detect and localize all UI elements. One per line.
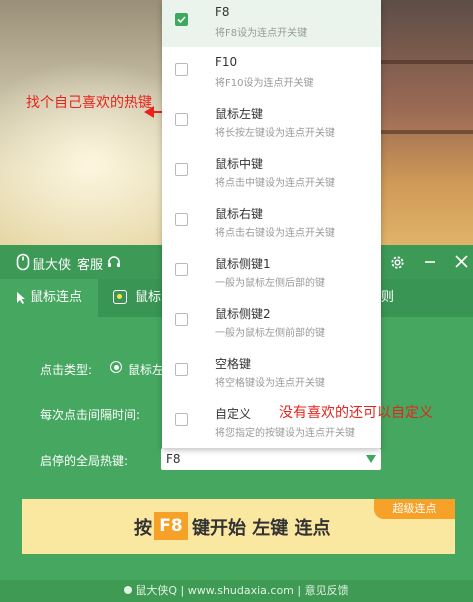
paw-icon (124, 586, 133, 594)
click-type-option: 鼠标左 (128, 363, 165, 377)
dropdown-option-space[interactable]: 空格键 将空格键设为连点开关键 (162, 347, 381, 397)
minimize-icon[interactable] (423, 255, 437, 269)
annotation-left: 找个自己喜欢的热键 (26, 95, 152, 111)
chevron-down-icon (366, 455, 376, 463)
option-desc: 将F8设为连点开关键 (215, 28, 308, 39)
close-icon[interactable] (454, 254, 469, 269)
dropdown-option-left-button[interactable]: 鼠标左键 将长按左键设为连点开关键 (162, 97, 381, 147)
dropdown-option-side-button-2[interactable]: 鼠标侧键2 一般为鼠标左侧前部的键 (162, 297, 381, 347)
record-icon (113, 290, 127, 304)
cursor-icon (17, 292, 25, 304)
click-type-radio[interactable] (110, 361, 122, 373)
option-desc: 一般为鼠标左侧前部的键 (215, 328, 325, 339)
checkbox-icon[interactable] (175, 413, 188, 426)
app-name: 鼠大侠 (32, 258, 72, 273)
banner-prefix: 按 (134, 518, 152, 539)
tab-label: 鼠标 (135, 290, 162, 305)
hotkey-value: F8 (166, 452, 181, 466)
hotkey-label: 启停的全局热键: (40, 454, 129, 468)
tab-partial[interactable]: 则 (381, 279, 411, 317)
checkbox-icon[interactable] (175, 163, 188, 176)
checkbox-checked-icon[interactable] (175, 13, 188, 26)
checkbox-icon[interactable] (175, 313, 188, 326)
checkbox-icon[interactable] (175, 113, 188, 126)
dropdown-option-side-button-1[interactable]: 鼠标侧键1 一般为鼠标左侧后部的键 (162, 247, 381, 297)
tab-mouse-record[interactable]: 鼠标 (98, 279, 168, 317)
option-desc: 一般为鼠标左侧后部的键 (215, 278, 325, 289)
option-desc: 将点击中键设为连点开关键 (215, 178, 335, 189)
option-title: 鼠标侧键1 (215, 257, 271, 271)
roof-decoration (373, 0, 473, 245)
option-title: F8 (215, 5, 230, 19)
option-title: 鼠标中键 (215, 157, 264, 171)
roof-line (373, 130, 473, 134)
dropdown-option-right-button[interactable]: 鼠标右键 将点击右键设为连点开关键 (162, 197, 381, 247)
dropdown-option-f8[interactable]: F8 将F8设为连点开关键 (162, 0, 381, 47)
option-title: 鼠标左键 (215, 107, 264, 121)
hotkey-select[interactable]: F8 (161, 448, 381, 470)
option-title: 空格键 (215, 357, 252, 371)
footer: 鼠大侠Q | www.shudaxia.com | 意见反馈 (0, 580, 473, 602)
checkbox-icon[interactable] (175, 63, 188, 76)
click-type-label: 点击类型: (40, 363, 93, 377)
gear-icon[interactable] (389, 254, 406, 271)
annotation-right: 没有喜欢的还可以自定义 (279, 405, 433, 421)
headset-icon[interactable] (106, 254, 122, 270)
option-desc: 将F10设为连点开关键 (215, 78, 314, 89)
hotkey-dropdown: F8 将F8设为连点开关键 F10 将F10设为连点开关键 鼠标左键 将长按左键… (162, 0, 381, 448)
option-title: 鼠标侧键2 (215, 307, 271, 321)
interval-label: 每次点击间隔时间: (40, 408, 141, 422)
customer-service-link[interactable]: 客服 (77, 254, 103, 273)
mouse-logo-icon (16, 253, 30, 271)
tab-label: 则 (381, 290, 395, 305)
option-title: 鼠标右键 (215, 207, 264, 221)
option-desc: 将您指定的按键设为连点开关键 (215, 428, 355, 439)
banner-suffix: 键开始 左键 连点 (192, 518, 331, 539)
option-desc: 将长按左键设为连点开关键 (215, 128, 335, 139)
checkbox-icon[interactable] (175, 263, 188, 276)
banner-key: F8 (154, 512, 188, 540)
dropdown-option-middle-button[interactable]: 鼠标中键 将点击中键设为连点开关键 (162, 147, 381, 197)
roof-line (373, 60, 473, 64)
option-desc: 将空格键设为连点开关键 (215, 378, 325, 389)
option-desc: 将点击右键设为连点开关键 (215, 228, 335, 239)
tab-label: 鼠标连点 (30, 290, 83, 305)
dropdown-option-f10[interactable]: F10 将F10设为连点开关键 (162, 47, 381, 97)
checkbox-icon[interactable] (175, 213, 188, 226)
tab-mouse-click[interactable]: 鼠标连点 (0, 279, 98, 317)
super-click-badge: 超级连点 (374, 499, 455, 519)
option-title: 自定义 (215, 407, 252, 421)
footer-text[interactable]: 鼠大侠Q | www.shudaxia.com | 意见反馈 (135, 584, 348, 597)
option-title: F10 (215, 55, 238, 69)
checkbox-icon[interactable] (175, 363, 188, 376)
